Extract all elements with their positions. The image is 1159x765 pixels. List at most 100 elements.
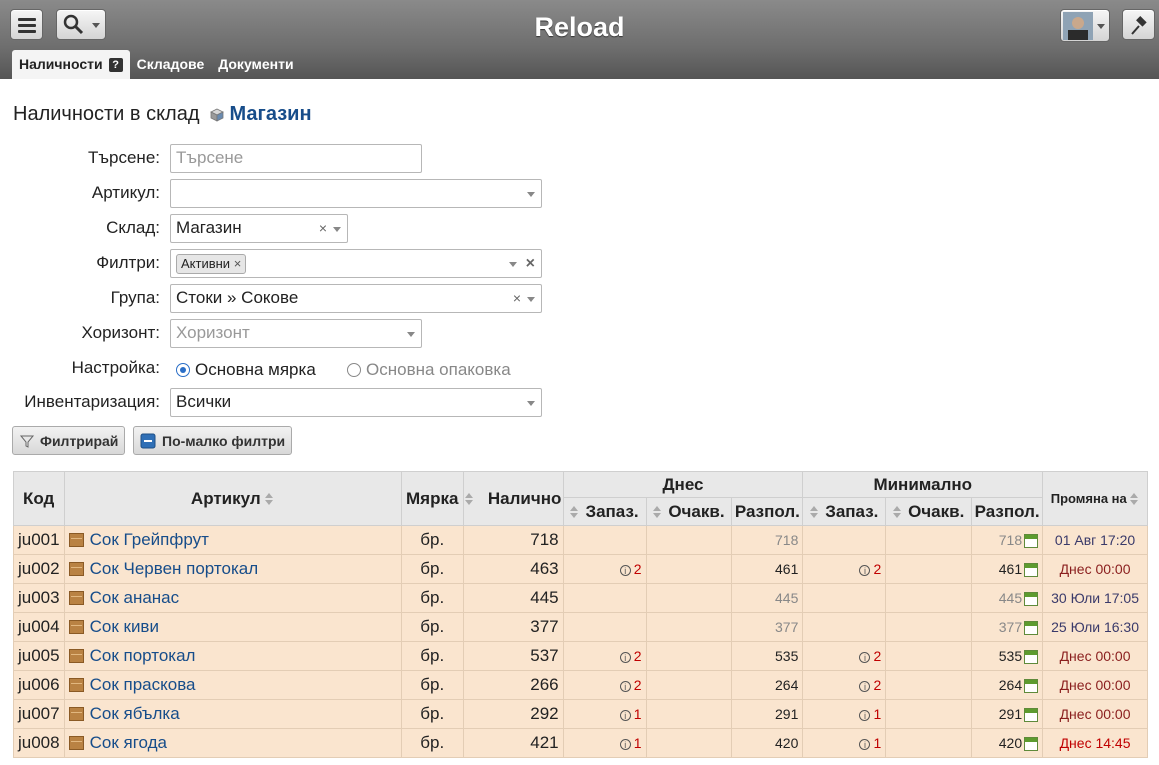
col-today-expected[interactable]: Очакв. [645,497,733,526]
group-label: Група: [110,288,160,307]
info-icon[interactable]: i [619,681,631,692]
article-label: Артикул: [91,183,160,202]
table-row[interactable]: ju003 Сок ананас бр. 445 445 445 30 Юли 17:05 [13,583,1148,613]
article-link[interactable]: Сок портокал [90,646,196,665]
help-icon[interactable]: ? [108,57,123,72]
info-icon[interactable]: i [619,565,631,576]
cell-today-free: 445 [731,583,804,613]
cell-article: Сок ябълка [63,699,402,729]
cell-today-free: 535 [731,641,804,671]
search-input[interactable]: Търсене [170,144,422,173]
table-row[interactable]: ju005 Сок портокал бр. 537 i 2 535 i 2 535 Днес 00… [13,641,1148,671]
col-available[interactable]: Налично [462,471,564,526]
calendar-icon[interactable] [1024,737,1039,751]
table-row[interactable]: ju004 Сок киви бр. 377 377 377 25 Юли 16:30 [13,612,1148,642]
cell-unit: бр. [400,554,464,584]
filters-select[interactable]: Активни × × [170,249,542,278]
article-link[interactable]: Сок ягода [90,733,167,752]
table-row[interactable]: ju002 Сок Червен портокал бр. 463 i 2 461 i 2 461… [13,554,1148,584]
article-select[interactable] [170,179,542,208]
calendar-icon[interactable] [1024,534,1039,548]
fewer-filters-button[interactable]: По-малко филтри [133,426,293,455]
col-changed[interactable]: Промяна на [1042,471,1148,526]
clear-icon[interactable]: × [319,215,327,241]
radio-base-package[interactable]: Основна опаковка [347,360,511,380]
col-code[interactable]: Код [13,471,65,526]
col-group-minimum: Минимално [802,471,1044,498]
info-icon[interactable]: i [619,652,631,663]
cell-article: Сок ананас [63,583,402,613]
article-link[interactable]: Сок праскова [90,675,196,694]
tab-documents[interactable]: Документи [211,50,300,79]
radio-base-unit[interactable]: Основна мярка [176,360,316,380]
col-unit[interactable]: Мярка [400,471,464,526]
filter-chip-active[interactable]: Активни × [176,254,247,274]
sort-icon [1130,492,1139,506]
col-min-free[interactable]: Разпол. [971,497,1044,526]
article-link[interactable]: Сок киви [90,617,159,636]
info-icon[interactable]: i [859,652,871,663]
calendar-icon[interactable] [1024,592,1039,606]
calendar-icon[interactable] [1024,650,1039,664]
info-icon[interactable]: i [619,710,631,721]
chip-remove-icon[interactable]: × [234,256,242,271]
group-select[interactable]: Стоки » Сокове × [170,284,542,313]
calendar-icon[interactable] [1024,563,1039,577]
stock-table: Код Артикул Мярка Налично Днес Минимално… [13,471,1148,758]
article-link[interactable]: Сок Червен портокал [90,559,259,578]
col-min-reserved[interactable]: Запаз. [802,497,887,526]
article-link[interactable]: Сок ябълка [90,704,180,723]
col-min-expected[interactable]: Очакв. [885,497,973,526]
table-row[interactable]: ju007 Сок ябълка бр. 292 i 1 291 i 1 291 Днес 00:0… [13,699,1148,729]
funnel-icon [19,435,35,448]
cell-article: Сок киви [63,612,402,642]
user-menu-button[interactable] [1060,9,1110,42]
cell-min-reserved: i1 [802,699,887,729]
inventory-select[interactable]: Всички [170,388,542,417]
warehouse-select[interactable]: Магазин × [170,214,348,243]
info-icon[interactable]: i [859,565,871,576]
cell-min-expected [885,554,973,584]
cell-article: Сок портокал [63,641,402,671]
box-icon [68,707,84,721]
chevron-down-icon [527,192,535,197]
info-icon[interactable]: i [859,710,871,721]
cell-code: ju006 [13,670,65,700]
article-link[interactable]: Сок Грейпфрут [90,530,209,549]
calendar-icon[interactable] [1024,679,1039,693]
clear-icon[interactable]: × [526,251,535,277]
cell-unit: бр. [400,583,464,613]
calendar-icon[interactable] [1024,621,1039,635]
table-row[interactable]: ju006 Сок праскова бр. 266 i 2 264 i 2 264 Днес 00… [13,670,1148,700]
cell-changed: Днес 00:00 [1042,641,1148,671]
cell-today-expected [645,699,733,729]
horizon-select[interactable]: Хоризонт [170,319,422,348]
cell-min-free: 535 [971,641,1044,671]
info-icon[interactable]: i [859,681,871,692]
search-placeholder: Търсене [176,148,244,167]
col-article[interactable]: Артикул [63,471,402,526]
col-today-reserved[interactable]: Запаз. [562,497,647,526]
radio-unchecked-icon [347,363,361,377]
box-icon [68,649,84,663]
clear-icon[interactable]: × [513,285,521,311]
col-today-free[interactable]: Разпол. [731,497,804,526]
cell-available: 292 [462,699,564,729]
info-icon[interactable]: i [859,739,871,750]
pin-button[interactable] [1122,9,1155,40]
table-row[interactable]: ju008 Сок ягода бр. 421 i 1 420 i 1 420 Днес 14:45 [13,728,1148,758]
group-value: Стоки » Сокове [176,288,299,307]
cell-available: 445 [462,583,564,613]
cell-code: ju001 [13,525,65,555]
cell-changed: Днес 00:00 [1042,554,1148,584]
table-row[interactable]: ju001 Сок Грейпфрут бр. 718 718 718 01 Авг 17:… [13,525,1148,555]
info-icon[interactable]: i [619,739,631,750]
tab-warehouses[interactable]: Складове [130,50,212,79]
tab-stock[interactable]: Наличности ? [12,50,130,79]
article-link[interactable]: Сок ананас [90,588,180,607]
filter-button[interactable]: Филтрирай [12,426,126,455]
cell-available: 421 [462,728,564,758]
cell-today-reserved: i2 [562,641,647,671]
page-title-store-link[interactable]: Магазин [230,103,312,126]
calendar-icon[interactable] [1024,708,1039,722]
